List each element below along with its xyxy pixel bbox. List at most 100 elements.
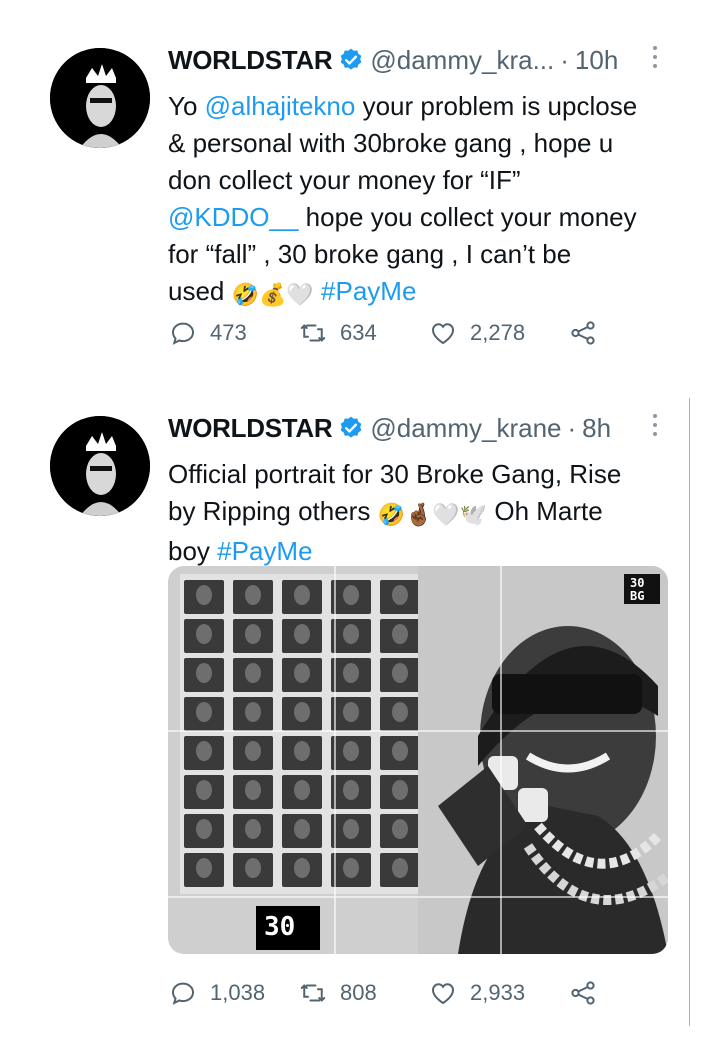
tweet-line: used 🤣💰🤍 #PayMe [168, 273, 668, 313]
portrait-thumbnail [184, 775, 224, 809]
portrait-thumbnail [331, 853, 371, 887]
portrait-thumbnail [380, 697, 420, 731]
portrait-thumbnail [380, 619, 420, 653]
portrait-thumbnail [233, 619, 273, 653]
portrait-thumbnail [282, 658, 322, 692]
hashtag-link[interactable]: #PayMe [321, 276, 416, 306]
reply-button[interactable]: 473 [168, 318, 298, 348]
portrait-thumbnail [233, 853, 273, 887]
portrait-thumbnail [282, 775, 322, 809]
like-count: 2,278 [470, 320, 526, 345]
portrait-thumbnail [331, 658, 371, 692]
tweet-line: by Ripping others 🤣🤞🏾🤍🕊️ Oh Marte [168, 493, 668, 533]
portrait-thumbnail [331, 736, 371, 770]
verified-badge-icon [341, 48, 362, 70]
portrait-thumbnail [331, 580, 371, 614]
retweet-button[interactable]: 808 [298, 978, 428, 1008]
share-button[interactable] [568, 978, 610, 1008]
like-icon [431, 323, 455, 345]
share-button[interactable] [568, 318, 610, 348]
portrait-thumbnail [184, 697, 224, 731]
retweet-icon [300, 984, 326, 1002]
like-button[interactable]: 2,278 [428, 318, 568, 348]
portrait-thumbnail [331, 619, 371, 653]
portrait-thumbnail [184, 658, 224, 692]
footer-logo: 30 [256, 906, 320, 950]
brand-logo: 30 BG [624, 574, 660, 604]
separator-dot: · [560, 44, 569, 75]
reply-button[interactable]: 1,038 [168, 978, 298, 1008]
portrait-thumbnail [282, 619, 322, 653]
portrait-thumbnail [233, 658, 273, 692]
tweet-line: Official portrait for 30 Broke Gang, Ris… [168, 459, 622, 489]
emoji-group: 🤣💰🤍 [231, 282, 314, 307]
tweet-media-image[interactable]: 30 BG 30 [168, 566, 668, 954]
reply-icon [171, 982, 195, 1005]
portrait-thumbnail [282, 853, 322, 887]
author-handle[interactable]: @dammy_kra... [370, 45, 554, 76]
portrait-thumbnail [233, 736, 273, 770]
verified-badge-icon [341, 416, 362, 438]
portrait-thumbnail [380, 814, 420, 848]
avatar[interactable] [50, 48, 150, 148]
like-count: 2,933 [470, 980, 526, 1005]
tweet-text: Yo @alhajitekno your problem is upclose … [168, 88, 668, 313]
retweet-count: 808 [340, 980, 377, 1005]
avatar-image [50, 416, 150, 516]
portrait-thumbnail [331, 775, 371, 809]
tweet-text: Official portrait for 30 Broke Gang, Ris… [168, 456, 668, 570]
share-icon [571, 981, 595, 1005]
portrait-thumbnail [380, 853, 420, 887]
tweet-line: boy #PayMe [168, 536, 313, 566]
portrait-thumbnail [380, 736, 420, 770]
portrait-thumbnail [380, 580, 420, 614]
portrait-thumbnail [184, 736, 224, 770]
hashtag-link[interactable]: #PayMe [217, 536, 312, 566]
portrait-thumbnail [184, 853, 224, 887]
portrait-thumbnail [184, 580, 224, 614]
more-icon[interactable] [650, 414, 660, 444]
retweet-button[interactable]: 634 [298, 318, 428, 348]
retweet-icon [300, 324, 326, 342]
portrait-thumbnail [282, 736, 322, 770]
portrait-thumbnail [184, 619, 224, 653]
thread-divider [689, 398, 690, 1026]
portrait-grid [180, 574, 428, 894]
portrait-thumbnail [282, 697, 322, 731]
share-icon [571, 321, 595, 345]
portrait-thumbnail [233, 580, 273, 614]
tweet-line: & personal with 30broke gang , hope u [168, 128, 614, 158]
more-icon[interactable] [650, 46, 660, 76]
mention-link[interactable]: @KDDO__ [168, 202, 298, 232]
like-button[interactable]: 2,933 [428, 978, 568, 1008]
like-icon [431, 983, 455, 1005]
avatar[interactable] [50, 416, 150, 516]
avatar-image [50, 48, 150, 148]
portrait-thumbnail [184, 814, 224, 848]
author-name[interactable]: WORLDSTAR [168, 413, 333, 444]
separator-dot: · [567, 412, 577, 443]
timestamp[interactable]: 10h [575, 45, 618, 76]
reply-count: 473 [210, 320, 247, 345]
portrait-thumbnail [331, 814, 371, 848]
tweet-line: Yo @alhajitekno your problem is upclose [168, 91, 638, 121]
portrait-thumbnail [380, 658, 420, 692]
tweet-line: for “fall” , 30 broke gang , I can’t be [168, 239, 572, 269]
portrait-thumbnail [380, 775, 420, 809]
portrait-thumbnail [233, 697, 273, 731]
reply-icon [171, 322, 195, 345]
portrait-thumbnail [233, 814, 273, 848]
tweet-line: @KDDO__ hope you collect your money [168, 202, 637, 232]
portrait-thumbnail [282, 814, 322, 848]
mention-link[interactable]: @alhajitekno [205, 91, 356, 121]
tweet-line: don collect your money for “IF” [168, 165, 521, 195]
portrait-thumbnail [282, 580, 322, 614]
timestamp[interactable]: 8h [582, 413, 611, 444]
reply-count: 1,038 [210, 980, 266, 1005]
author-handle[interactable]: @dammy_krane [370, 413, 561, 444]
emoji-group: 🤣🤞🏾🤍🕊️ [377, 502, 488, 527]
portrait-thumbnail [331, 697, 371, 731]
portrait-thumbnail [233, 775, 273, 809]
author-name[interactable]: WORLDSTAR [168, 45, 333, 76]
retweet-count: 634 [340, 320, 377, 345]
